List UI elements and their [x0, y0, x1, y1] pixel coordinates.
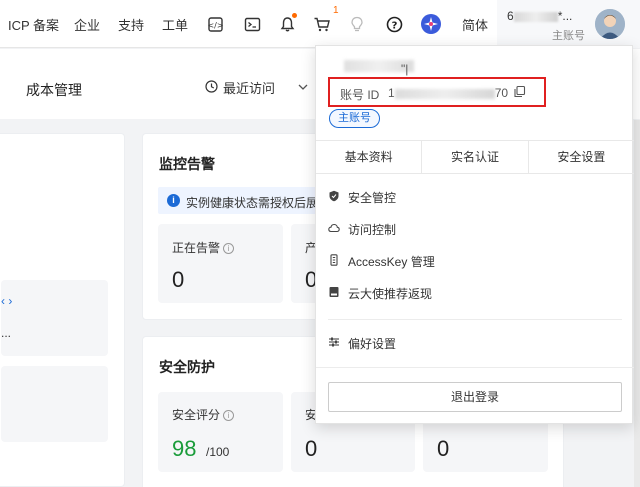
overview-tile	[1, 366, 108, 442]
redacted-text	[394, 88, 495, 99]
notification-dot	[292, 13, 297, 18]
tab-real-name-auth[interactable]: 实名认证	[422, 141, 529, 173]
tab-security-settings[interactable]: 安全设置	[529, 141, 634, 173]
svg-text:</>: </>	[207, 21, 223, 30]
app-logo-icon[interactable]	[419, 12, 443, 36]
security-score-label: 安全评分 i	[172, 406, 235, 423]
overview-tile: ‹ › ...	[1, 280, 108, 356]
clock-icon	[205, 79, 218, 96]
security-score-value: 98	[172, 436, 197, 461]
logout-button[interactable]: 退出登录	[328, 382, 622, 412]
help-icon[interactable]: ?	[382, 12, 406, 36]
account-tabs: 基本资料 实名认证 安全设置	[316, 140, 634, 174]
lightbulb-icon[interactable]	[345, 12, 369, 36]
page-scrollbar[interactable]	[634, 120, 640, 487]
chevron-down-icon	[298, 82, 308, 94]
account-name-suffix: "|	[401, 62, 409, 76]
info-icon: i	[167, 194, 180, 207]
account-type-badge: 主账号	[329, 109, 380, 128]
truncated-text: ...	[1, 326, 12, 340]
security-score-tile[interactable]: 安全评分 i 98 /100	[158, 392, 283, 472]
card-title: 安全防护	[159, 359, 215, 375]
alerting-tile[interactable]: 正在告警 i 0	[158, 224, 283, 303]
security-score-max: /100	[206, 445, 230, 459]
account-id-label: 账号 ID	[340, 88, 380, 102]
help-icon: i	[223, 243, 235, 255]
menu-item-preferences[interactable]: 偏好设置	[328, 332, 396, 354]
alerting-count: 0	[172, 267, 185, 292]
recent-visits-label: 最近访问	[223, 81, 276, 96]
copy-icon[interactable]	[513, 85, 527, 99]
menu-divider	[316, 367, 634, 368]
ticket-link[interactable]: 工单	[162, 15, 188, 34]
avatar[interactable]	[595, 9, 625, 39]
help-icon: i	[223, 410, 235, 422]
menu-divider	[328, 319, 622, 320]
card-title: 监控告警	[159, 156, 215, 172]
key-icon	[328, 253, 340, 269]
menu-item-access-control[interactable]: 访问控制	[328, 218, 396, 240]
account-name: 6 *...	[507, 9, 573, 23]
menu-item-security-control[interactable]: 安全管控	[328, 186, 396, 208]
overview-card-partial: ‹ › ...	[0, 133, 125, 487]
authorization-notice: i 实例健康状态需授权后展	[158, 187, 318, 214]
recent-visits-dropdown[interactable]: 最近访问	[205, 78, 308, 97]
code-editor-icon[interactable]: </>	[203, 12, 227, 36]
menu-item-referral-cashback[interactable]: 云大使推荐返现	[328, 282, 432, 304]
support-link[interactable]: 支持	[118, 15, 144, 34]
alerting-label: 正在告警 i	[172, 239, 235, 256]
redacted-text	[513, 11, 558, 22]
cart-icon[interactable]	[310, 12, 334, 36]
tab-basic-info[interactable]: 基本资料	[316, 141, 423, 173]
cloud-icon	[328, 222, 340, 237]
language-switch[interactable]: 简体	[462, 15, 488, 34]
security-tile-count: 0	[437, 436, 450, 461]
page-title: 成本管理	[26, 82, 82, 98]
notice-text: 实例健康状态需授权后展	[186, 196, 319, 210]
icp-filing-link[interactable]: ICP 备案	[8, 15, 59, 34]
account-id-row: 账号 ID 1 70	[328, 77, 546, 107]
enterprise-link[interactable]: 企业	[74, 15, 100, 34]
top-navigation-bar: ICP 备案 企业 支持 工单 </> 1 ? 简体 6 *... 主账号	[0, 0, 640, 48]
book-icon	[328, 286, 340, 301]
account-type-label: 主账号	[552, 30, 585, 42]
account-dropdown-panel: "| 账号 ID 1 70 主账号 基本资料 实名认证 安全设置 安全管控 访问控…	[315, 45, 634, 424]
pager-arrows[interactable]: ‹ ›	[1, 294, 12, 308]
sliders-icon	[328, 336, 340, 351]
svg-text:?: ?	[391, 20, 397, 31]
terminal-icon[interactable]	[240, 12, 264, 36]
shield-icon	[328, 190, 340, 205]
bell-icon[interactable]	[275, 12, 299, 36]
account-menu-trigger[interactable]: 6 *... 主账号	[497, 0, 640, 48]
security-tile-count: 0	[305, 436, 318, 461]
account-id-value: 1 70	[388, 86, 509, 100]
cart-count-badge: 1	[333, 5, 339, 16]
menu-item-accesskey[interactable]: AccessKey 管理	[328, 250, 435, 272]
